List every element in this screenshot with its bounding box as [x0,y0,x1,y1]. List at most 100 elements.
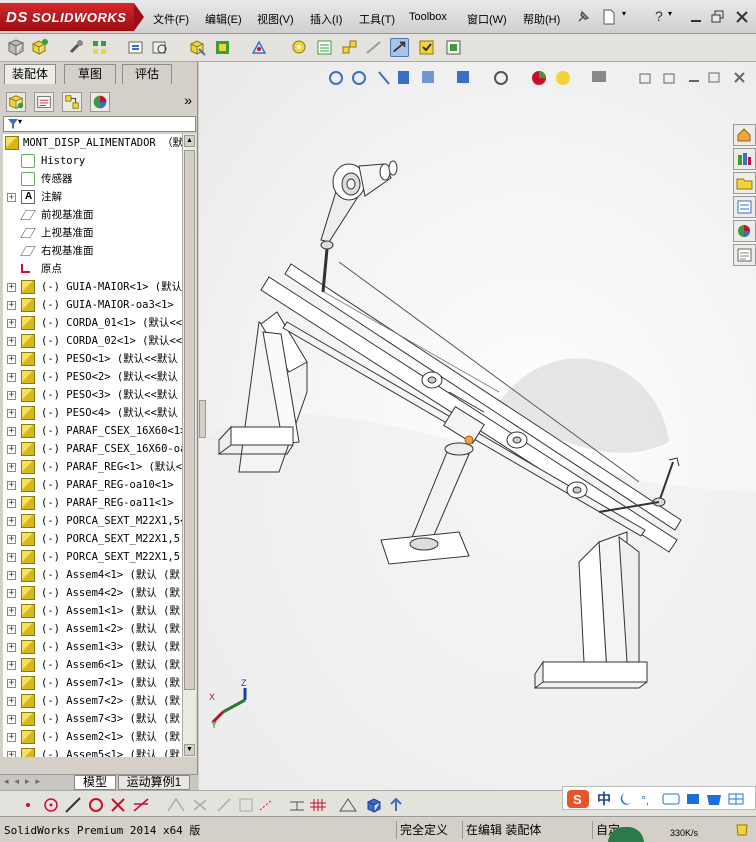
tree-item[interactable]: + A 注解 [3,188,182,206]
restore-icon[interactable] [710,9,726,25]
expand-icon[interactable]: + [7,409,16,418]
tree-item[interactable]: + (-) Assem4<2> (默认 (默 [3,584,182,602]
chevron-down-icon[interactable]: ▾ [622,9,626,18]
mate-icon[interactable] [66,38,85,57]
linear-pattern-icon[interactable] [90,38,109,57]
help-tooltip-icon[interactable] [734,822,750,838]
expand-icon[interactable]: + [7,715,16,724]
tree-item[interactable]: 右视基准面 [3,242,182,260]
ime-mode-label[interactable]: 中 [597,789,611,809]
scroll-down-icon[interactable]: ▼ [184,744,195,756]
exploded-view-icon[interactable] [340,38,359,57]
expand-icon[interactable]: + [7,193,16,202]
display-manager-icon[interactable] [90,92,110,112]
assembly-features-icon[interactable] [213,38,232,57]
expand-icon[interactable]: + [7,337,16,346]
expand-icon[interactable]: + [7,571,16,580]
tree-item[interactable]: + (-) PARAF_CSEX_16X60-oa [3,440,182,458]
tree-item[interactable]: History [3,152,182,170]
graphics-area[interactable]: Z X Y [199,62,756,790]
expand-icon[interactable]: + [7,319,16,328]
tree-root-assembly[interactable]: MONT_DISP_ALIMENTADOR （默认 [3,134,182,152]
tree-item[interactable]: + (-) Assem6<1> (默认 (默 [3,656,182,674]
expand-icon[interactable]: + [7,661,16,670]
tree-item[interactable]: + (-) GUIA-MAIOR-oa3<1> ( [3,296,182,314]
tree-scrollbar[interactable]: ▲ ▼ [182,134,196,757]
expand-icon[interactable]: + [7,499,16,508]
property-manager-icon[interactable] [34,92,54,112]
tree-item[interactable]: 原点 [3,260,182,278]
edit-component-icon[interactable] [6,38,25,57]
tree-item[interactable]: + (-) Assem5<1> (默认 (默 [3,746,182,757]
feature-tree-icon[interactable] [6,92,26,112]
move-component-icon[interactable] [150,38,169,57]
tree-item[interactable]: + (-) PARAF_REG-oa10<1> ( [3,476,182,494]
scroll-thumb[interactable] [184,150,195,690]
menu-window[interactable]: 窗口(W) [467,11,507,27]
sketch-tools-icons[interactable] [8,796,408,814]
solidworks-resources-icon[interactable] [733,124,756,146]
expand-icon[interactable]: + [7,697,16,706]
solidworks-logo[interactable]: DS SOLIDWORKS [0,3,144,31]
chevron-down-icon[interactable]: ▾ [668,9,672,18]
tree-item[interactable]: + (-) PORCA_SEXT_M22X1,5- [3,530,182,548]
expand-panel-icon[interactable]: » [184,92,192,108]
tree-item[interactable]: 前视基准面 [3,206,182,224]
tree-item[interactable]: + (-) Assem7<3> (默认 (默 [3,710,182,728]
tree-item[interactable]: + (-) Assem2<1> (默认 (默 [3,728,182,746]
tree-item[interactable]: + (-) PESO<4> (默认<<默认 [3,404,182,422]
design-library-icon[interactable] [733,148,756,170]
smart-fasteners-icon[interactable] [126,38,145,57]
ime-tools-icons[interactable]: °, [619,791,749,807]
expand-icon[interactable]: + [7,355,16,364]
expand-icon[interactable]: + [7,481,16,490]
help-question-icon[interactable]: ? [655,8,663,24]
file-explorer-icon[interactable] [733,172,756,194]
tab-assembly[interactable]: 装配体 [4,64,56,84]
tree-item[interactable]: + (-) PESO<3> (默认<<默认 [3,386,182,404]
tree-item[interactable]: + (-) PORCA_SEXT_M22X1,5< [3,512,182,530]
show-hidden-icon[interactable] [188,38,207,57]
expand-icon[interactable]: + [7,373,16,382]
bill-of-materials-icon[interactable] [315,38,334,57]
expand-icon[interactable]: + [7,643,16,652]
tab-evaluate[interactable]: 评估 [122,64,172,84]
new-document-icon[interactable] [601,9,617,25]
tree-item[interactable]: + (-) CORDA_02<1> (默认<< [3,332,182,350]
expand-icon[interactable]: + [7,733,16,742]
tree-item[interactable]: 上视基准面 [3,224,182,242]
menu-insert[interactable]: 插入(I) [310,11,342,27]
tree-item[interactable]: + (-) PORCA_SEXT_M22X1,5- [3,548,182,566]
tab-sketch[interactable]: 草图 [64,64,116,84]
tree-item[interactable]: + (-) Assem1<2> (默认 (默 [3,620,182,638]
chevron-down-icon[interactable]: ▾ [18,117,22,126]
tree-item[interactable]: + (-) PESO<1> (默认<<默认 [3,350,182,368]
minimize-icon[interactable] [688,9,704,25]
expand-icon[interactable]: + [7,607,16,616]
expand-icon[interactable]: + [7,427,16,436]
ime-toolbar[interactable]: S 中 °, [562,786,756,810]
menu-help[interactable]: 帮助(H) [523,11,560,27]
expand-icon[interactable]: + [7,625,16,634]
new-motion-study-icon[interactable] [290,38,309,57]
tree-filter-bar[interactable]: ▾ [3,116,196,132]
appearances-icon[interactable] [733,220,756,242]
custom-properties-icon[interactable] [733,244,756,266]
expand-icon[interactable]: + [7,751,16,757]
take-snapshot-icon[interactable] [444,38,463,57]
reference-geometry-icon[interactable] [250,38,269,57]
tree-item[interactable]: 传感器 [3,170,182,188]
tree-item[interactable]: + (-) PESO<2> (默认<<默认 [3,368,182,386]
configuration-manager-icon[interactable] [62,92,82,112]
menu-file[interactable]: 文件(F) [153,11,189,27]
tree-item[interactable]: + (-) PARAF_REG-oa11<1> ( [3,494,182,512]
assembly-model-view[interactable]: Z X Y [199,62,756,790]
expand-icon[interactable]: + [7,589,16,598]
menu-edit[interactable]: 编辑(E) [205,11,242,27]
tab-model[interactable]: 模型 [74,775,116,790]
expand-icon[interactable]: + [7,445,16,454]
tree-item[interactable]: + (-) PARAF_CSEX_16X60<1> [3,422,182,440]
tree-item[interactable]: + (-) Assem7<1> (默认 (默 [3,674,182,692]
expand-icon[interactable]: + [7,517,16,526]
tree-item[interactable]: + (-) Assem1<1> (默认 (默 [3,602,182,620]
